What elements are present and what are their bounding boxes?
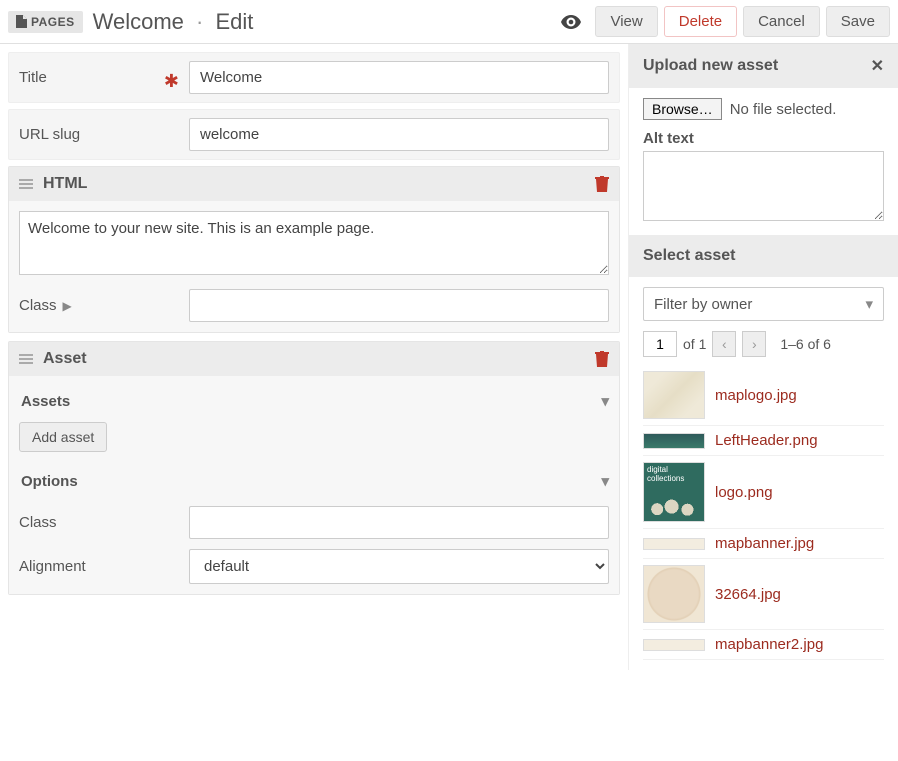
page-icon: [16, 15, 27, 28]
asset-thumbnail: [643, 433, 705, 449]
prev-page-button[interactable]: ‹: [712, 331, 736, 357]
top-bar: PAGES Welcome · Edit View Delete Cancel …: [0, 0, 898, 44]
caret-down-icon: ▾: [601, 472, 609, 490]
upload-heading: Upload new asset: [643, 57, 778, 75]
asset-class-input[interactable]: [189, 506, 609, 539]
no-file-label: No file selected.: [730, 101, 837, 118]
asset-block: Asset Assets ▾ Add asset Options ▾ Class: [8, 341, 620, 595]
save-button[interactable]: Save: [826, 6, 890, 37]
select-panel-body: Filter by owner ▾ of 1 ‹ › 1–6 of 6 mapl…: [629, 277, 898, 670]
upload-panel-header: Upload new asset ✕: [629, 44, 898, 88]
page-range: 1–6 of 6: [780, 336, 831, 352]
title-input[interactable]: [189, 61, 609, 94]
delete-button[interactable]: Delete: [664, 6, 737, 37]
select-heading: Select asset: [643, 247, 736, 265]
delete-html-block-icon[interactable]: [595, 176, 609, 192]
asset-name-link[interactable]: LeftHeader.png: [715, 432, 818, 449]
html-block-title: HTML: [43, 175, 87, 193]
asset-name-link[interactable]: maplogo.jpg: [715, 387, 797, 404]
asset-name-link[interactable]: 32664.jpg: [715, 586, 781, 603]
preview-icon[interactable]: [561, 15, 581, 29]
asset-item[interactable]: logo.png: [643, 456, 884, 529]
required-icon: ✱: [164, 71, 179, 92]
alignment-row: Alignment default: [19, 549, 609, 584]
asset-class-row: Class: [19, 506, 609, 539]
asset-item[interactable]: mapbanner.jpg: [643, 529, 884, 559]
cancel-button[interactable]: Cancel: [743, 6, 820, 37]
pages-badge-text: PAGES: [31, 15, 75, 29]
asset-list: maplogo.jpg LeftHeader.png logo.png mapbann…: [643, 365, 884, 660]
caret-down-icon: ▾: [601, 392, 609, 410]
drag-handle-icon[interactable]: [19, 179, 33, 189]
title-field-row: Title ✱: [8, 52, 620, 103]
page-title-main: Welcome: [93, 9, 184, 34]
asset-thumbnail: [643, 639, 705, 651]
drag-handle-icon[interactable]: [19, 354, 33, 364]
title-label: Title ✱: [19, 69, 189, 86]
browse-button[interactable]: Browse…: [643, 98, 722, 120]
page-of-label: of 1: [683, 336, 706, 352]
asset-thumbnail: [643, 565, 705, 623]
asset-thumbnail: [643, 538, 705, 550]
slug-label: URL slug: [19, 126, 189, 143]
html-class-row: Class ▶: [19, 289, 609, 322]
asset-item[interactable]: mapbanner2.jpg: [643, 630, 884, 660]
page-title-mode: Edit: [216, 9, 254, 34]
top-actions: View Delete Cancel Save: [561, 6, 890, 37]
view-button[interactable]: View: [595, 6, 657, 37]
sidebar: Upload new asset ✕ Browse… No file selec…: [628, 44, 898, 670]
close-icon[interactable]: ✕: [871, 56, 884, 76]
alt-text-input[interactable]: [643, 151, 884, 221]
pager: of 1 ‹ › 1–6 of 6: [643, 331, 884, 357]
asset-name-link[interactable]: mapbanner2.jpg: [715, 636, 823, 653]
html-content-textarea[interactable]: [19, 211, 609, 275]
add-asset-button[interactable]: Add asset: [19, 422, 107, 452]
alignment-select[interactable]: default: [189, 549, 609, 584]
slug-input[interactable]: [189, 118, 609, 151]
html-class-input[interactable]: [189, 289, 609, 322]
html-block: HTML Class ▶: [8, 166, 620, 333]
asset-class-label: Class: [19, 514, 189, 531]
assets-section-toggle[interactable]: Assets ▾: [19, 386, 609, 416]
asset-block-header: Asset: [9, 342, 619, 376]
alt-text-label: Alt text: [643, 130, 884, 147]
asset-thumbnail: [643, 462, 705, 522]
alignment-label: Alignment: [19, 558, 189, 575]
options-section-toggle[interactable]: Options ▾: [19, 466, 609, 496]
asset-block-title: Asset: [43, 350, 87, 368]
pages-badge[interactable]: PAGES: [8, 11, 83, 33]
page-input[interactable]: [643, 331, 677, 357]
delete-asset-block-icon[interactable]: [595, 351, 609, 367]
asset-name-link[interactable]: logo.png: [715, 484, 773, 501]
html-block-header: HTML: [9, 167, 619, 201]
title-separator: ·: [196, 9, 203, 34]
asset-name-link[interactable]: mapbanner.jpg: [715, 535, 814, 552]
caret-down-icon: ▾: [865, 295, 873, 313]
asset-thumbnail: [643, 371, 705, 419]
slug-field-row: URL slug: [8, 109, 620, 160]
select-panel-header: Select asset: [629, 235, 898, 277]
asset-item[interactable]: 32664.jpg: [643, 559, 884, 630]
main-column: Title ✱ URL slug HTML Class: [0, 44, 628, 670]
filter-owner-select[interactable]: Filter by owner ▾: [643, 287, 884, 321]
next-page-button[interactable]: ›: [742, 331, 766, 357]
page-title: Welcome · Edit: [93, 9, 254, 35]
chevron-right-icon[interactable]: ▶: [63, 299, 72, 313]
upload-panel-body: Browse… No file selected. Alt text: [629, 88, 898, 235]
html-class-label: Class ▶: [19, 297, 189, 314]
asset-item[interactable]: LeftHeader.png: [643, 426, 884, 456]
asset-item[interactable]: maplogo.jpg: [643, 365, 884, 426]
